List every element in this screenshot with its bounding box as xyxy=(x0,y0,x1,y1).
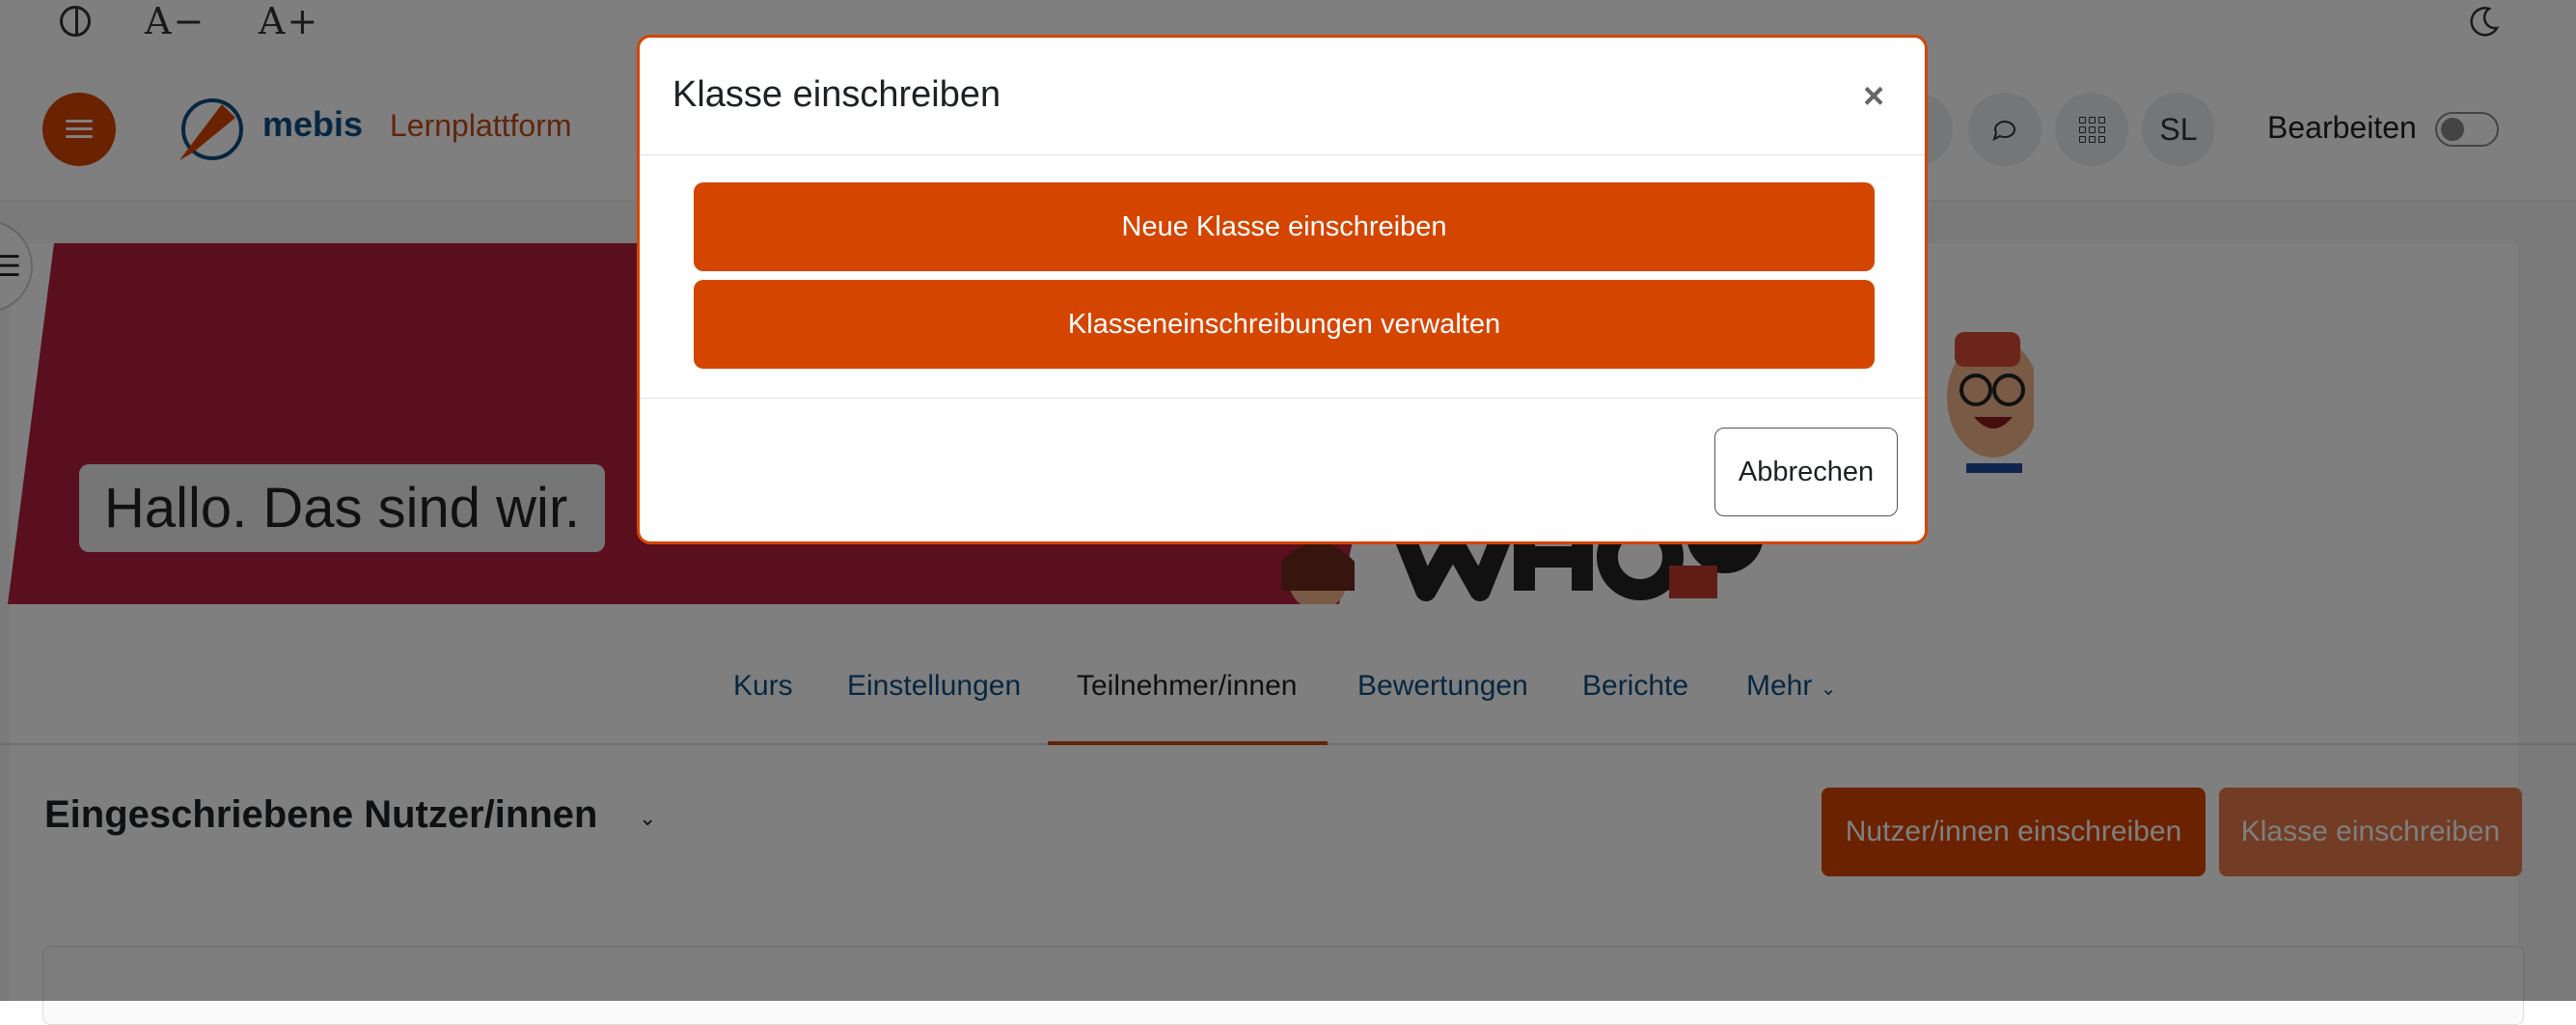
enrol-class-dialog: Klasse einschreiben × Neue Klasse einsch… xyxy=(637,35,1928,544)
close-icon[interactable]: × xyxy=(1863,76,1884,118)
cancel-button[interactable]: Abbrechen xyxy=(1714,428,1898,516)
modal-title: Klasse einschreiben xyxy=(672,74,1001,115)
modal-footer: Abbrechen xyxy=(640,398,1925,541)
new-class-enrol-button[interactable]: Neue Klasse einschreiben xyxy=(694,182,1875,271)
manage-class-enrolments-button[interactable]: Klasseneinschreibungen verwalten xyxy=(694,280,1875,369)
modal-header: Klasse einschreiben × xyxy=(640,38,1925,155)
